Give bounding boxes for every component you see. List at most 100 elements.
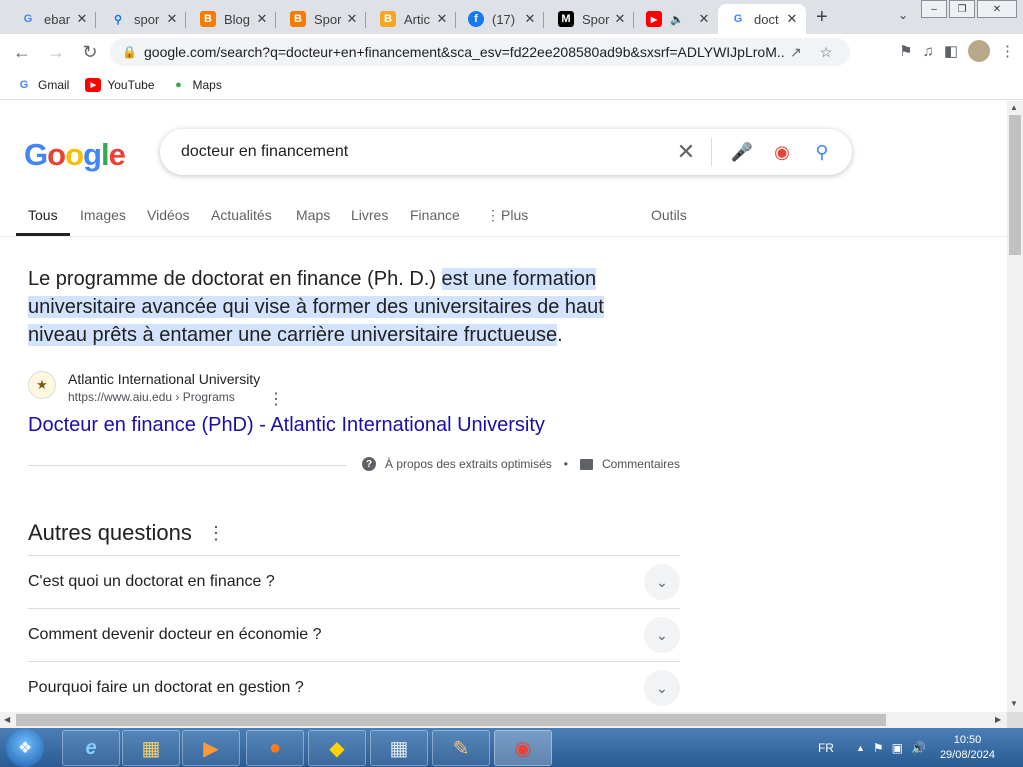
help-icon: ?	[362, 457, 376, 471]
new-tab-button[interactable]: +	[816, 6, 828, 29]
vertical-scrollbar[interactable]: ▲ ▼	[1007, 101, 1023, 712]
tab-title: (17)	[492, 11, 516, 27]
question-row[interactable]: Pourquoi faire un doctorat en gestion ? …	[28, 661, 680, 712]
tab-images[interactable]: Images	[80, 207, 126, 223]
system-tray: FR ▲ ⚑ ▣ 🔊 10:50 29/08/2024	[818, 728, 1023, 767]
search-input[interactable]: docteur en financement	[181, 143, 671, 161]
about-snippets-link[interactable]: À propos des extraits optimisés	[385, 457, 552, 471]
window-controls: – ❐ ✕	[919, 0, 1017, 18]
share-icon[interactable]: ↗	[790, 44, 802, 61]
app-icon: ◆	[329, 737, 345, 760]
restore-button[interactable]: ❐	[949, 0, 975, 18]
tab-title: Spor	[582, 11, 610, 27]
tab-videos[interactable]: Vidéos	[147, 207, 190, 223]
minimize-button[interactable]: –	[921, 0, 947, 18]
side-panel-icon[interactable]: ◧	[944, 42, 958, 60]
avatar[interactable]	[968, 40, 990, 62]
browser-tab[interactable]: ⚲ spor ✕	[98, 4, 186, 34]
blogger-icon: B	[290, 11, 306, 27]
browser-tab[interactable]: G ebar ✕	[8, 4, 96, 34]
volume-icon[interactable]: 🔊	[911, 741, 926, 755]
flag-icon[interactable]: ⚑	[873, 741, 884, 755]
scroll-up-icon[interactable]: ▲	[1010, 103, 1018, 112]
google-logo[interactable]: Google	[24, 137, 126, 173]
question-row[interactable]: C'est quoi un doctorat en finance ? ⌄	[28, 555, 680, 608]
tab-all[interactable]: Tous	[16, 207, 69, 236]
show-hidden-icons-icon[interactable]: ▲	[856, 743, 865, 753]
tab-news[interactable]: Actualités	[211, 207, 272, 223]
close-icon[interactable]: ✕	[612, 11, 628, 27]
browser-tab[interactable]: f (17) ✕	[456, 4, 544, 34]
close-icon[interactable]: ✕	[74, 11, 90, 27]
scroll-left-icon[interactable]: ◀	[4, 715, 10, 724]
media-control-icon[interactable]: ♫	[923, 43, 934, 60]
address-bar[interactable]: 🔒 google.com/search?q=docteur+en+finance…	[110, 38, 850, 66]
taskbar-chrome[interactable]: ◉	[494, 730, 552, 766]
clock[interactable]: 10:50 29/08/2024	[940, 733, 995, 763]
taskbar-ie[interactable]: e	[62, 730, 120, 766]
start-button[interactable]: ❖	[6, 728, 44, 767]
taskbar-paint[interactable]: ✎	[432, 730, 490, 766]
bookmark-star-icon[interactable]: ☆	[820, 44, 833, 61]
tab-books[interactable]: Livres	[351, 207, 388, 223]
browser-tab[interactable]: B Spor ✕	[278, 4, 366, 34]
browser-tab-active[interactable]: G doct ✕	[718, 4, 806, 34]
tab-title: Artic	[404, 11, 430, 27]
tab-maps[interactable]: Maps	[296, 207, 330, 223]
taskbar-explorer[interactable]: ▦	[122, 730, 180, 766]
chevron-down-icon[interactable]: ⌄	[644, 670, 680, 706]
tab-more[interactable]: Plus	[501, 207, 528, 223]
horizontal-scrollbar[interactable]: ◀ ▶	[0, 712, 1007, 728]
menu-icon[interactable]: ⋮	[1000, 42, 1015, 60]
search-icon[interactable]: ⚲	[802, 142, 842, 163]
bookmark-youtube[interactable]: ▶ YouTube	[85, 77, 155, 92]
taskbar-app[interactable]: ◆	[308, 730, 366, 766]
bookmark-gmail[interactable]: G Gmail	[16, 78, 70, 92]
extensions-icon[interactable]: ⚑	[899, 42, 912, 60]
network-icon[interactable]: ▣	[892, 741, 903, 755]
browser-tab[interactable]: B Artic ✕	[368, 4, 456, 34]
result-title-link[interactable]: Docteur en finance (PhD) - Atlantic Inte…	[28, 414, 545, 437]
taskbar-media[interactable]: ▶	[182, 730, 240, 766]
browser-tab[interactable]: B Blog ✕	[188, 4, 276, 34]
close-icon[interactable]: ✕	[522, 11, 538, 27]
close-icon[interactable]: ✕	[344, 11, 360, 27]
browser-tab[interactable]: M Spor ✕	[546, 4, 634, 34]
more-options-icon[interactable]: ⋮	[207, 523, 225, 544]
more-options-icon[interactable]: ⋮	[268, 389, 284, 409]
close-icon[interactable]: ✕	[164, 11, 180, 27]
tab-finance[interactable]: Finance	[410, 207, 460, 223]
scroll-thumb[interactable]	[16, 714, 886, 726]
question-row[interactable]: Comment devenir docteur en économie ? ⌄	[28, 608, 680, 661]
clear-icon[interactable]: ✕	[671, 139, 701, 165]
scroll-thumb[interactable]	[1009, 115, 1021, 255]
language-indicator[interactable]: FR	[818, 741, 834, 755]
url-text: google.com/search?q=docteur+en+financeme…	[144, 44, 784, 60]
source-name: Atlantic International University	[68, 371, 261, 387]
lens-icon[interactable]: ◉	[762, 142, 802, 163]
close-icon[interactable]: ✕	[696, 11, 712, 27]
close-icon[interactable]: ✕	[434, 11, 450, 27]
tab-search-icon[interactable]: ⌄	[898, 8, 908, 22]
reload-button[interactable]: ↻	[78, 40, 102, 64]
back-button[interactable]: ←	[10, 40, 34, 64]
search-box[interactable]: docteur en financement ✕ 🎤 ◉ ⚲	[160, 129, 852, 175]
tab-tools[interactable]: Outils	[651, 207, 687, 223]
clock-date: 29/08/2024	[939, 748, 995, 761]
forward-button[interactable]: →	[44, 40, 68, 64]
scroll-down-icon[interactable]: ▼	[1010, 699, 1018, 708]
result-source[interactable]: ★ Atlantic International University http…	[28, 371, 284, 408]
browser-tab[interactable]: ▶ 🔈 ✕	[634, 4, 718, 34]
close-icon[interactable]: ✕	[784, 11, 800, 27]
microphone-icon[interactable]: 🎤	[722, 142, 762, 163]
taskbar-firefox[interactable]: ●	[246, 730, 304, 766]
feedback-link[interactable]: Commentaires	[602, 457, 680, 471]
scroll-right-icon[interactable]: ▶	[995, 715, 1001, 724]
taskbar-calculator[interactable]: ▦	[370, 730, 428, 766]
close-window-button[interactable]: ✕	[977, 0, 1017, 18]
chevron-down-icon[interactable]: ⌄	[644, 617, 680, 653]
close-icon[interactable]: ✕	[254, 11, 270, 27]
facebook-icon: f	[468, 11, 484, 27]
bookmark-maps[interactable]: ● Maps	[171, 78, 222, 92]
chevron-down-icon[interactable]: ⌄	[644, 564, 680, 600]
